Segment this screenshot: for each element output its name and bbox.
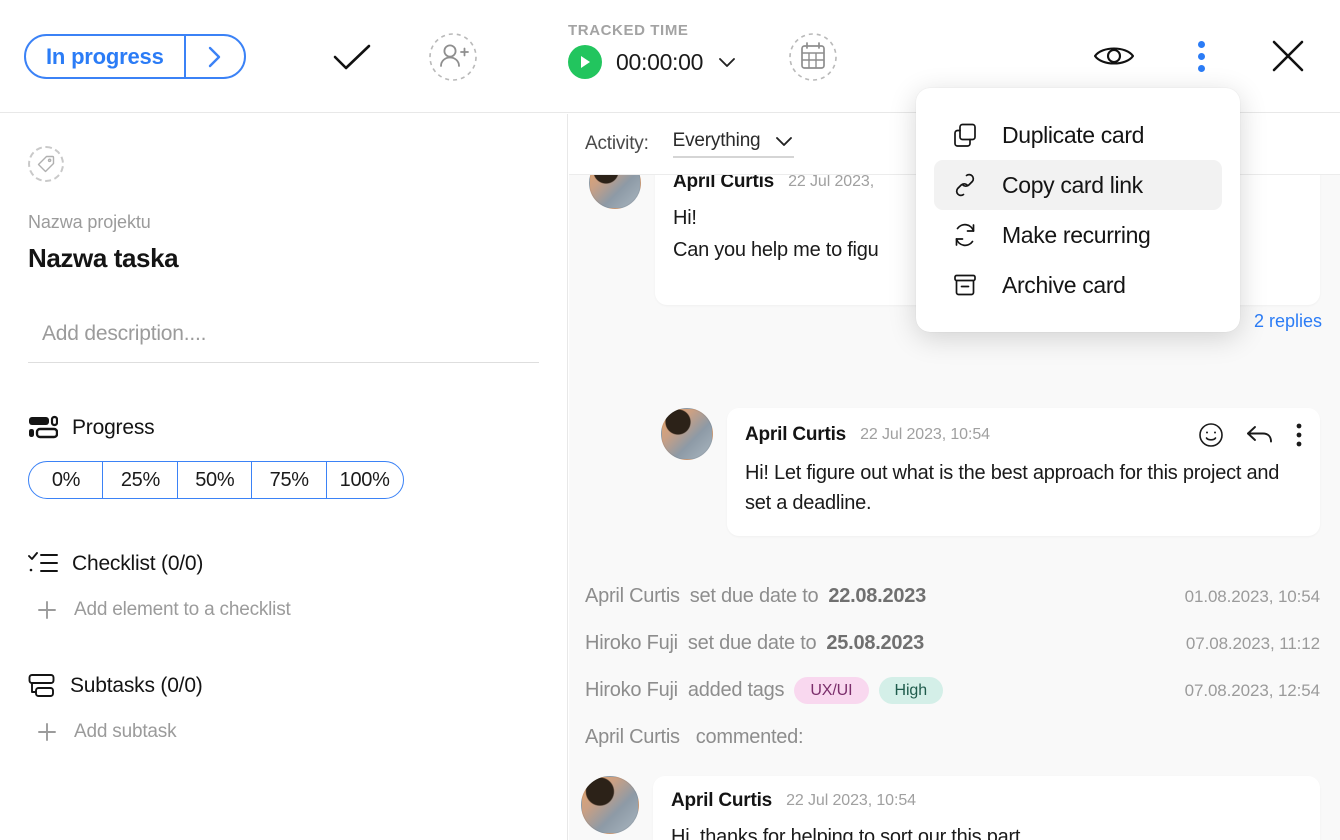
add-checklist-element-button[interactable]: Add element to a checklist [28,599,539,621]
plus-icon [36,721,58,743]
link-icon [950,172,980,198]
menu-item-make-recurring[interactable]: Make recurring [934,210,1222,260]
play-icon[interactable] [568,45,602,79]
checklist-title: Checklist (0/0) [72,552,204,575]
check-icon[interactable] [328,36,376,80]
chevron-down-icon [774,135,794,148]
comment-timestamp: 22 Jul 2023, 10:54 [786,792,916,809]
plus-icon [36,599,58,621]
log-actor: April Curtis [585,585,680,607]
log-timestamp: 07.08.2023, 12:54 [1184,680,1320,700]
comment-bubble: April Curtis 22 Jul 2023, 10:54 Hi! Let … [727,408,1320,536]
progress-options: 0% 25% 50% 75% 100% [28,461,539,499]
log-action: added tags [687,679,785,701]
activity-label: Activity: [585,133,649,154]
add-subtask-label: Add subtask [74,721,177,742]
subtasks-title: Subtasks (0/0) [70,674,203,697]
card-context-menu: Duplicate card Copy card link Make recur… [916,88,1240,332]
chevron-right-icon[interactable] [183,36,244,77]
avatar [661,408,713,460]
archive-icon [950,272,980,298]
chevron-down-icon[interactable] [717,55,737,69]
status-badge: UX/UI [794,677,869,704]
task-card-modal: In progress TRACKED TIME 00:00:00 Nazwa … [0,0,1340,840]
comment-body: Hi! Let figure out what is the best appr… [745,462,1280,514]
menu-item-label: Duplicate card [1002,121,1145,148]
log-actor: Hiroko Fuji [585,632,678,654]
progress-title: Progress [72,416,155,439]
menu-item-label: Make recurring [1002,221,1151,248]
comment-author: April Curtis [673,175,775,192]
comment-item: April Curtis 22 Jul 2023, 10:54 Hi, than… [569,776,1340,840]
status-label[interactable]: In progress [26,36,184,77]
log-action: set due date to [689,585,819,607]
progress-option-0[interactable]: 0% [28,461,104,499]
log-actor: Hiroko Fuji [585,679,678,701]
menu-item-copy-card-link[interactable]: Copy card link [934,160,1222,210]
menu-item-archive-card[interactable]: Archive card [934,260,1222,310]
page-title[interactable]: Nazwa taska [28,243,539,274]
task-details-panel: Nazwa projektu Nazwa taska Add descripti… [0,114,568,840]
progress-option-75[interactable]: 75% [251,461,328,499]
tracked-time-label: TRACKED TIME [568,22,689,39]
menu-item-duplicate-card[interactable]: Duplicate card [934,110,1222,160]
activity-log-commented-row: April Curtis commented: [569,714,1340,761]
duplicate-icon [950,122,980,148]
description-input[interactable]: Add description.... [28,322,539,363]
comment-author: April Curtis [745,424,847,445]
log-action: commented: [695,726,804,748]
add-checklist-element-label: Add element to a checklist [74,599,291,620]
comment-body-line-1: Hi, thanks for helping to sort our this … [671,826,1026,840]
log-timestamp: 01.08.2023, 10:54 [1184,586,1320,606]
activity-log-row: April Curtis set due date to 22.08.2023 … [569,573,1340,620]
project-name: Nazwa projektu [28,212,151,232]
log-action: set due date to [687,632,817,654]
avatar [581,776,639,834]
status-pill[interactable]: In progress [24,34,246,79]
tag-icon[interactable] [28,146,64,182]
reply-arrow-icon[interactable] [1246,424,1274,446]
log-value: 22.08.2023 [828,585,926,607]
status-badge: High [878,677,944,704]
close-icon[interactable] [1265,34,1311,78]
activity-log-list: April Curtis set due date to 22.08.2023 … [569,573,1340,761]
comment-item: April Curtis 22 Jul 2023, 10:54 Hi! Let … [569,408,1340,536]
more-vertical-icon[interactable] [1296,423,1302,447]
log-actor: April Curtis [585,726,680,748]
subtasks-icon [28,673,56,699]
checklist-icon [28,551,58,577]
menu-item-label: Copy card link [1002,171,1143,198]
progress-option-50[interactable]: 50% [176,461,253,499]
activity-log-row: Hiroko Fuji set due date to 25.08.2023 0… [569,620,1340,667]
add-person-icon[interactable] [428,32,478,82]
activity-filter-value: Everything [672,130,761,151]
progress-section-header: Progress [28,415,539,441]
tracked-time-group: TRACKED TIME 00:00:00 [568,22,737,79]
progress-option-25[interactable]: 25% [102,461,179,499]
avatar [589,175,641,209]
add-subtask-button[interactable]: Add subtask [28,721,539,743]
activity-log-tags-row: Hiroko Fuji added tags UX/UI High 07.08.… [569,667,1340,714]
subtasks-section-header: Subtasks (0/0) [28,673,539,699]
log-timestamp: 07.08.2023, 11:12 [1185,633,1320,653]
eye-icon[interactable] [1090,34,1138,78]
progress-bars-icon [28,415,58,441]
comment-author: April Curtis [671,790,773,811]
comment-timestamp: 22 Jul 2023, [788,175,875,190]
smiley-icon[interactable] [1198,422,1224,448]
calendar-icon[interactable] [788,32,838,82]
checklist-section-header: Checklist (0/0) [28,551,539,577]
log-value: 25.08.2023 [826,632,925,654]
comment-timestamp: 22 Jul 2023, 10:54 [860,426,990,443]
recurring-icon [950,222,980,248]
description-placeholder: Add description.... [42,322,207,345]
menu-item-label: Archive card [1002,271,1126,298]
progress-option-100[interactable]: 100% [325,461,404,499]
more-vertical-icon[interactable] [1180,34,1222,78]
tracked-time-value[interactable]: 00:00:00 [616,49,703,76]
comment-bubble: April Curtis 22 Jul 2023, 10:54 Hi, than… [653,776,1320,840]
activity-filter-select[interactable]: Everything [672,130,795,158]
